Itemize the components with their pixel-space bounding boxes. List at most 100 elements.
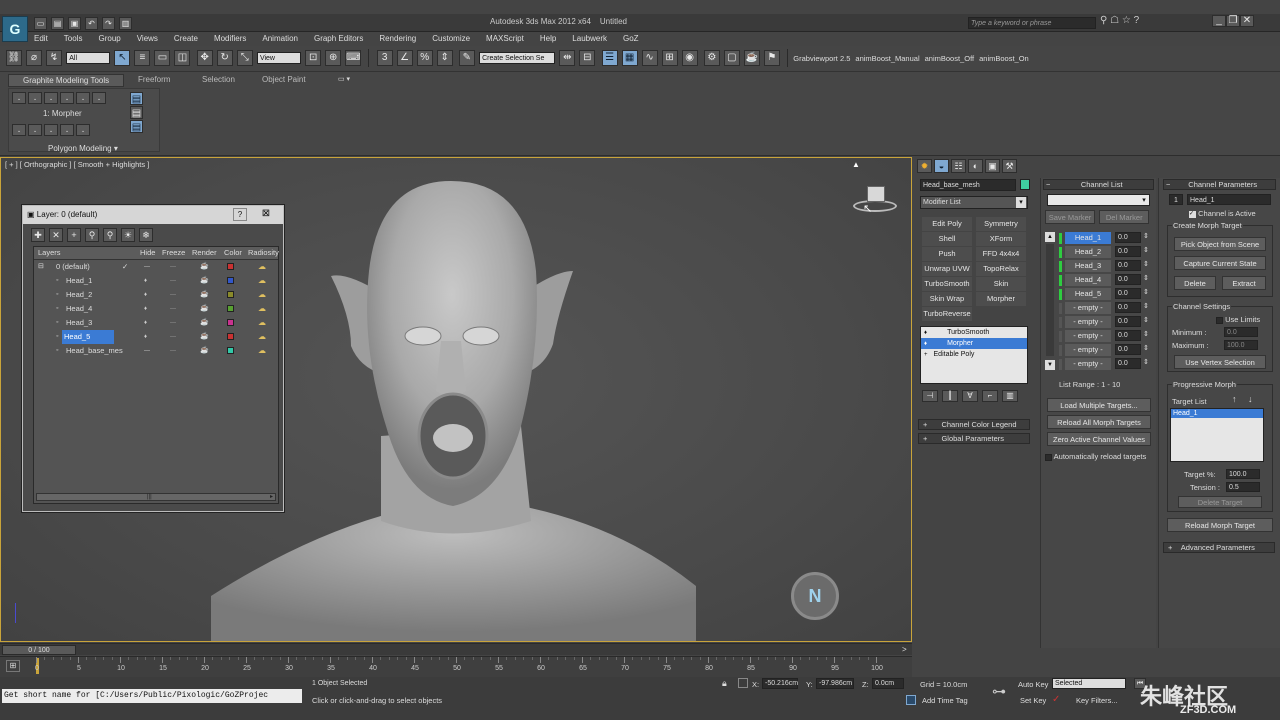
menu-customize[interactable]: Customize	[432, 34, 470, 43]
capture-state-button[interactable]: Capture Current State	[1174, 256, 1266, 270]
freeze-toggle-icon[interactable]: —	[170, 302, 176, 316]
object-name-field[interactable]: Head_base_mesh	[920, 179, 1016, 191]
modifier-list-dropdown[interactable]: Modifier List ▾	[920, 196, 1028, 209]
ribbon-tool-icon[interactable]: ·	[92, 92, 106, 105]
select-in-layer-icon[interactable]: ⚲	[85, 228, 99, 242]
create-layer-icon[interactable]: ✚	[31, 228, 45, 242]
marker-dropdown[interactable]: ▾	[1047, 194, 1150, 206]
modifier-set-button[interactable]: TurboSmooth	[922, 277, 972, 291]
layer-name[interactable]: Head_1	[66, 274, 92, 288]
layer-name[interactable]: Head_5	[62, 330, 114, 344]
ribbon-side-icon[interactable]: ▤	[130, 92, 143, 105]
load-multiple-button[interactable]: Load Multiple Targets...	[1047, 398, 1151, 412]
layer-name[interactable]: Head_2	[66, 288, 92, 302]
time-next-icon[interactable]: >	[902, 644, 907, 656]
move-up-icon[interactable]: ↑	[1232, 394, 1237, 404]
ribbon-tool-icon[interactable]: ·	[44, 92, 58, 105]
layer-row[interactable]: ⊟ 0 (default) ✓ — — ☕ ☁	[34, 260, 278, 274]
curve-editor-icon[interactable]: ∿	[641, 50, 658, 66]
edit-named-sel-icon[interactable]: ✎	[458, 50, 475, 66]
rollout-header[interactable]: + Channel Color Legend	[918, 419, 1030, 430]
radiosity-toggle-icon[interactable]: ☁	[258, 344, 266, 358]
project-folder-icon[interactable]: ▥	[119, 17, 132, 30]
object-color-swatch[interactable]	[1020, 179, 1030, 190]
layer-scrollbar[interactable]: ||| ▸	[36, 493, 276, 501]
layer-color-swatch[interactable]	[227, 347, 234, 354]
graphite-toggle-icon[interactable]: ▦	[621, 50, 638, 66]
ribbon-side-icon[interactable]: ▤	[130, 120, 143, 133]
modifier-set-button[interactable]: Skin	[976, 277, 1026, 291]
layer-column-header[interactable]: Layers	[38, 247, 61, 259]
channel-name-button[interactable]: Head_3	[1065, 260, 1111, 272]
layer-row[interactable]: ◦ Head_4 ♦ — ☕ ☁	[34, 302, 278, 316]
modifier-set-button[interactable]: Shell	[922, 232, 972, 246]
modify-tab-icon[interactable]: ◒	[934, 159, 949, 173]
maximum-spinner[interactable]: 100.0	[1224, 340, 1258, 350]
modifier-set-button[interactable]: XForm	[976, 232, 1026, 246]
ribbon-tool-icon[interactable]: ·	[60, 124, 74, 137]
restore-icon[interactable]: ❐	[1226, 15, 1240, 27]
ribbon-tab[interactable]: Object Paint	[256, 74, 312, 85]
channel-name-button[interactable]: Head_5	[1065, 288, 1111, 300]
layer-name[interactable]: 0 (default)	[56, 260, 90, 274]
stack-item[interactable]: + Editable Poly	[921, 349, 1027, 360]
layer-row[interactable]: ◦ Head_1 ♦ — ☕ ☁	[34, 274, 278, 288]
plugin-button[interactable]: animBoost_Off	[925, 54, 974, 63]
spinner-arrows-icon[interactable]: ⇕	[1143, 358, 1149, 366]
channel-value-spinner[interactable]: 0.0	[1115, 316, 1141, 327]
channel-params-header[interactable]: − Channel Parameters	[1163, 179, 1276, 190]
mirror-icon[interactable]: ⇹	[559, 50, 576, 66]
channel-value-spinner[interactable]: 0.0	[1115, 330, 1141, 341]
select-object-icon[interactable]: ↖	[114, 50, 131, 66]
spinner-arrows-icon[interactable]: ⇕	[1143, 288, 1149, 296]
rendered-frame-icon[interactable]: ▢	[723, 50, 740, 66]
modifier-set-button[interactable]: TurboReverse	[922, 307, 972, 321]
link-icon[interactable]: ⛓	[6, 50, 22, 66]
channel-row[interactable]: - empty - 0.0 ⇕	[1059, 344, 1155, 358]
channel-value-spinner[interactable]: 0.0	[1115, 302, 1141, 313]
radiosity-toggle-icon[interactable]: ☁	[258, 302, 266, 316]
freeze-toggle-icon[interactable]: —	[170, 330, 176, 344]
spinner-arrows-icon[interactable]: ⇕	[1143, 344, 1149, 352]
render-toggle-icon[interactable]: ☕	[200, 316, 209, 330]
save-marker-button[interactable]: Save Marker	[1045, 210, 1095, 224]
auto-reload-checkbox[interactable]: Automatically reload targets	[1045, 452, 1146, 461]
viewport-label[interactable]: [ + ] [ Orthographic ] [ Smooth + Highli…	[5, 160, 149, 169]
plugin-button[interactable]: animBoost_Manual	[855, 54, 919, 63]
snap-toggle-icon[interactable]: 3	[376, 50, 393, 66]
hierarchy-tab-icon[interactable]: ☷	[951, 159, 966, 173]
render-toggle-icon[interactable]: ☕	[200, 274, 209, 288]
binoculars-icon[interactable]: ⚲	[1100, 15, 1107, 26]
ribbon-tab[interactable]: Freeform	[132, 74, 176, 85]
angle-snap-icon[interactable]: ∠	[396, 50, 413, 66]
freeze-toggle-icon[interactable]: —	[170, 288, 176, 302]
mini-curve-editor-icon[interactable]: ⊞	[6, 660, 20, 672]
menu-edit[interactable]: Edit	[34, 34, 48, 43]
tension-spinner[interactable]: 0.5	[1226, 482, 1260, 492]
spinner-arrows-icon[interactable]: ⇕	[1143, 302, 1149, 310]
radiosity-toggle-icon[interactable]: ☁	[258, 288, 266, 302]
target-list[interactable]: Head_1	[1170, 408, 1264, 462]
render-iterative-icon[interactable]: ⚑	[763, 50, 780, 66]
channel-scroll-down[interactable]: ▼	[1045, 360, 1055, 370]
menu-tools[interactable]: Tools	[64, 34, 83, 43]
channel-name-button[interactable]: - empty -	[1065, 316, 1111, 328]
menu-animation[interactable]: Animation	[262, 34, 298, 43]
channel-row[interactable]: Head_3 0.0 ⇕	[1059, 260, 1155, 274]
open-icon[interactable]: ▤	[51, 17, 64, 30]
hide-toggle-icon[interactable]: ♦	[144, 330, 147, 344]
expand-icon[interactable]: +	[924, 352, 928, 358]
radiosity-toggle-icon[interactable]: ☁	[258, 260, 266, 274]
menu-maxscript[interactable]: MAXScript	[486, 34, 524, 43]
channel-value-spinner[interactable]: 0.0	[1115, 344, 1141, 355]
ribbon-tool-icon[interactable]: ·	[12, 92, 26, 105]
del-marker-button[interactable]: Del Marker	[1099, 210, 1150, 224]
spinner-arrows-icon[interactable]: ⇕	[1143, 232, 1149, 240]
select-by-name-icon[interactable]: ≡	[134, 50, 151, 66]
hide-toggle-icon[interactable]: ♦	[144, 302, 147, 316]
modifier-set-button[interactable]: Edit Poly	[922, 217, 972, 231]
layer-color-swatch[interactable]	[227, 263, 234, 270]
hide-toggle-icon[interactable]: —	[144, 260, 150, 274]
add-time-tag-button[interactable]: Add Time Tag	[922, 696, 968, 705]
render-toggle-icon[interactable]: ☕	[200, 260, 209, 274]
